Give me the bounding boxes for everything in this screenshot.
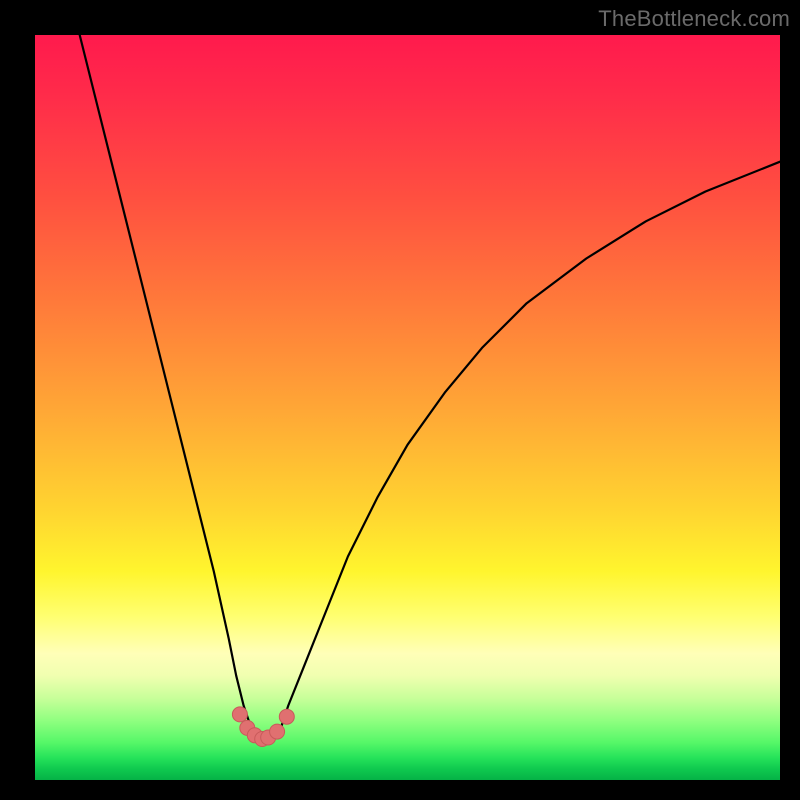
marker-dot (279, 709, 294, 724)
marker-dot (232, 707, 247, 722)
marker-dot (270, 724, 285, 739)
bottleneck-curve-path (80, 35, 780, 743)
optimal-range-markers (232, 707, 294, 747)
watermark-text: TheBottleneck.com (598, 6, 790, 32)
chart-frame: TheBottleneck.com (0, 0, 800, 800)
bottleneck-curve-svg (35, 35, 780, 780)
